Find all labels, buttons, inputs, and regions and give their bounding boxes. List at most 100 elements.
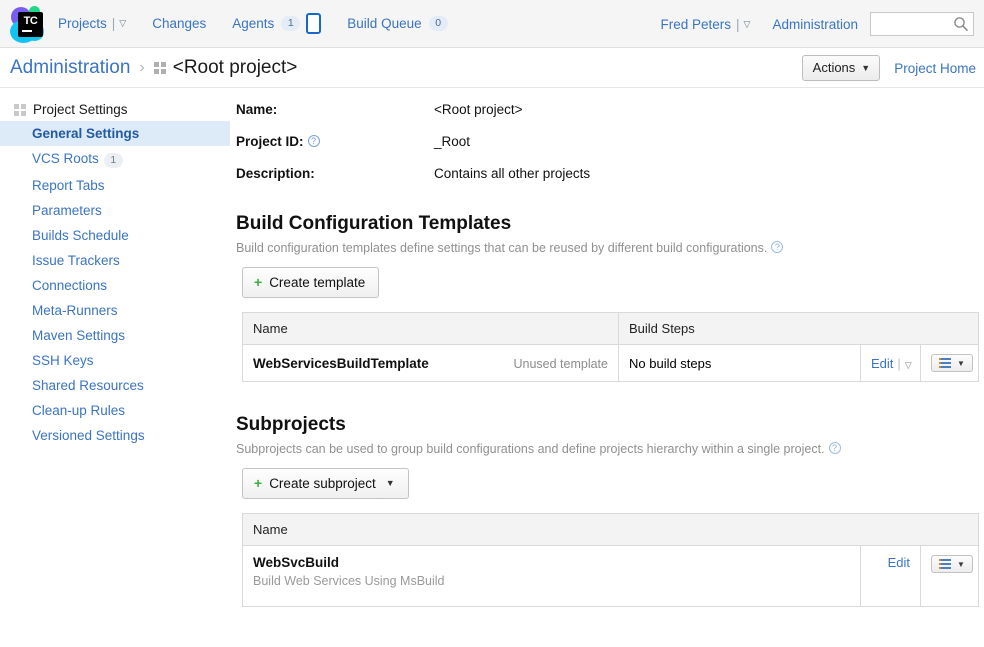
header-right-nav: Fred Peters | ▽ Administration xyxy=(660,0,974,48)
sidebar-item-label: Parameters xyxy=(32,203,102,218)
search-input[interactable] xyxy=(871,13,953,35)
sidebar-item-clean-up-rules[interactable]: Clean-up Rules xyxy=(0,398,230,423)
sidebar-heading: Project Settings xyxy=(0,98,230,121)
field-description-value: Contains all other projects xyxy=(434,166,591,181)
chevron-down-icon: ▼ xyxy=(957,358,965,368)
template-status: Unused template xyxy=(513,356,608,371)
build-queue-count-badge: 0 xyxy=(428,16,448,31)
field-project-id-label-text: Project ID: xyxy=(236,134,304,149)
create-template-button[interactable]: + Create template xyxy=(242,267,380,298)
help-icon[interactable]: ? xyxy=(828,442,841,454)
template-name[interactable]: WebServicesBuildTemplate xyxy=(253,356,429,371)
nav-item-projects[interactable]: Projects | ▽ xyxy=(58,16,126,31)
nav-item-administration[interactable]: Administration xyxy=(772,17,858,32)
sidebar-item-builds-schedule[interactable]: Builds Schedule xyxy=(0,223,230,248)
templates-table-header-row: Name Build Steps xyxy=(242,312,979,345)
subproject-edit-cell: Edit xyxy=(860,545,921,607)
row-actions-menu-button[interactable]: ▼ xyxy=(931,555,973,573)
logo-mark-text: TC xyxy=(18,11,43,37)
templates-row-edit-cell: Edit | ▽ xyxy=(860,344,921,382)
create-subproject-button[interactable]: + Create subproject ▼ xyxy=(242,468,409,499)
actions-button[interactable]: Actions ▼ xyxy=(801,55,881,81)
help-icon[interactable]: ? xyxy=(771,241,784,253)
sidebar-item-shared-resources[interactable]: Shared Resources xyxy=(0,373,230,398)
nav-item-build-queue-label: Build Queue xyxy=(347,16,422,31)
sidebar-item-label: Meta-Runners xyxy=(32,303,118,318)
nav-item-agents-label: Agents xyxy=(232,16,275,31)
project-settings-grid-icon xyxy=(14,103,26,116)
page-body: Project Settings General Settings VCS Roo… xyxy=(0,88,984,646)
chevron-down-icon: ▼ xyxy=(385,478,395,488)
sidebar-item-maven-settings[interactable]: Maven Settings xyxy=(0,323,230,348)
templates-section-description: Build configuration templates define set… xyxy=(236,241,974,255)
subprojects-section-description: Subprojects can be used to group build c… xyxy=(236,442,974,456)
table-row: WebServicesBuildTemplate Unused template… xyxy=(242,344,979,382)
create-template-button-label: Create template xyxy=(269,274,366,290)
table-row: WebSvcBuild Build Web Services Using MsB… xyxy=(242,545,979,607)
sidebar-item-connections[interactable]: Connections xyxy=(0,273,230,298)
sidebar-item-meta-runners[interactable]: Meta-Runners xyxy=(0,298,230,323)
field-project-id-label: Project ID:? xyxy=(236,134,434,149)
search-box[interactable] xyxy=(870,12,974,36)
list-lines-icon xyxy=(939,559,951,569)
field-name: Name: <Root project> xyxy=(236,102,974,117)
sidebar-item-label: Maven Settings xyxy=(32,328,126,343)
sidebar-item-parameters[interactable]: Parameters xyxy=(0,198,230,223)
project-home-link[interactable]: Project Home xyxy=(894,61,976,76)
sidebar-item-versioned-settings[interactable]: Versioned Settings xyxy=(0,423,230,448)
sidebar-item-label: Builds Schedule xyxy=(32,228,129,243)
primary-nav: Projects | ▽ Changes Agents 1 Build Queu… xyxy=(58,13,474,34)
subprojects-section: Subprojects Subprojects can be used to g… xyxy=(236,414,979,607)
teamcity-logo[interactable]: TC xyxy=(0,0,58,48)
subprojects-col-name: Name xyxy=(242,513,979,546)
user-name-label: Fred Peters xyxy=(660,16,732,32)
agents-disconnected-indicator[interactable] xyxy=(306,13,322,34)
subprojects-table-header-row: Name xyxy=(242,513,979,546)
settings-sidebar: Project Settings General Settings VCS Roo… xyxy=(0,88,230,646)
subproject-name-cell: WebSvcBuild Build Web Services Using MsB… xyxy=(242,545,861,607)
sidebar-item-report-tabs[interactable]: Report Tabs xyxy=(0,173,230,198)
field-project-id: Project ID:? _Root xyxy=(236,134,974,149)
user-menu[interactable]: Fred Peters | ▽ xyxy=(660,17,750,32)
nav-item-changes[interactable]: Changes xyxy=(152,16,206,31)
field-name-value: <Root project> xyxy=(434,102,523,117)
sidebar-item-vcs-roots[interactable]: VCS Roots 1 xyxy=(0,146,230,173)
sidebar-item-label: Connections xyxy=(32,278,108,293)
sidebar-item-badge: 1 xyxy=(103,153,123,168)
chevron-down-icon[interactable]: ▽ xyxy=(119,18,126,29)
sidebar-item-list: General Settings VCS Roots 1 Report Tabs Par… xyxy=(0,121,230,448)
field-description-label: Description: xyxy=(236,166,315,181)
subproject-menu-cell: ▼ xyxy=(920,545,979,607)
chevron-down-icon[interactable]: ▽ xyxy=(744,19,751,30)
nav-item-build-queue[interactable]: Build Queue 0 xyxy=(347,16,448,31)
breadcrumb-actions: Actions ▼ Project Home xyxy=(801,48,976,88)
templates-row-menu-cell: ▼ xyxy=(920,344,979,382)
search-icon[interactable] xyxy=(953,16,969,32)
sidebar-item-issue-trackers[interactable]: Issue Trackers xyxy=(0,248,230,273)
edit-link[interactable]: Edit xyxy=(871,356,893,371)
breadcrumb-administration-link[interactable]: Administration xyxy=(10,57,130,79)
help-icon[interactable]: ? xyxy=(307,135,320,147)
sidebar-item-label: Report Tabs xyxy=(32,178,105,193)
sidebar-item-general-settings[interactable]: General Settings xyxy=(0,121,230,146)
templates-row-name-cell: WebServicesBuildTemplate Unused template xyxy=(242,344,619,382)
field-project-id-value: _Root xyxy=(434,134,471,149)
sidebar-item-label: Versioned Settings xyxy=(32,428,145,443)
plus-icon: + xyxy=(254,274,263,290)
plus-icon: + xyxy=(254,475,263,491)
create-subproject-button-label: Create subproject xyxy=(269,475,376,491)
templates-row-build-steps-cell: No build steps xyxy=(618,344,861,382)
nav-item-agents[interactable]: Agents 1 xyxy=(232,13,322,34)
sidebar-item-label: Shared Resources xyxy=(32,378,144,393)
sidebar-item-ssh-keys[interactable]: SSH Keys xyxy=(0,348,230,373)
field-description: Description: Contains all other projects xyxy=(236,166,974,181)
templates-section-description-text: Build configuration templates define set… xyxy=(236,241,768,255)
project-grid-icon xyxy=(153,61,166,74)
row-actions-menu-button[interactable]: ▼ xyxy=(931,354,973,372)
chevron-down-icon[interactable]: ▽ xyxy=(905,360,912,371)
list-lines-icon xyxy=(939,358,951,368)
edit-link[interactable]: Edit xyxy=(888,555,910,570)
field-name-label: Name: xyxy=(236,102,278,117)
subproject-name[interactable]: WebSvcBuild xyxy=(253,555,850,570)
edit-separator: | xyxy=(897,355,901,371)
